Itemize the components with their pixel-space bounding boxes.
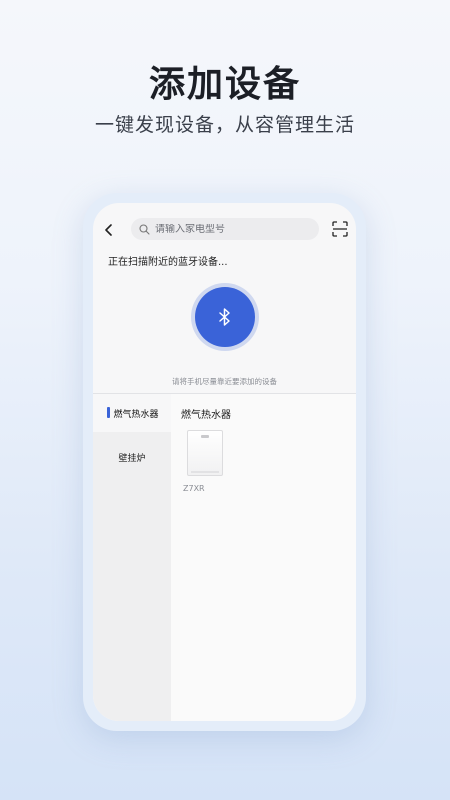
- phone-frame: 正在扫描附近的蓝牙设备... 请将手机尽量靠近要添加的设备 燃气热水器 壁挂炉 …: [83, 193, 366, 731]
- sidebar-rest: 壁挂炉: [93, 432, 171, 721]
- phone-screen: 正在扫描附近的蓝牙设备... 请将手机尽量靠近要添加的设备 燃气热水器 壁挂炉 …: [93, 203, 356, 721]
- category-title: 燃气热水器: [181, 410, 231, 421]
- device-card[interactable]: Z7XR: [181, 430, 229, 493]
- back-button[interactable]: [99, 220, 119, 240]
- bluetooth-button[interactable]: [195, 287, 255, 347]
- device-logo: [201, 435, 209, 438]
- proximity-hint: 请将手机尽量靠近要添加的设备: [172, 377, 277, 386]
- promo-subtitle: 一键发现设备，从容管理生活: [94, 114, 355, 136]
- search-bar[interactable]: [131, 218, 319, 240]
- device-base: [191, 471, 219, 473]
- scan-button[interactable]: [332, 221, 348, 237]
- promo-title: 添加设备: [148, 64, 301, 105]
- scan-icon: [332, 221, 348, 237]
- search-icon: [139, 223, 151, 235]
- chevron-left-icon: [105, 224, 112, 236]
- search-input[interactable]: [155, 223, 305, 235]
- device-list-panel: 燃气热水器 Z7XR: [171, 394, 356, 721]
- sidebar-item-label: 燃气热水器: [113, 409, 159, 420]
- top-bar: [93, 218, 356, 242]
- bluetooth-icon: [219, 308, 230, 326]
- device-image: [187, 430, 223, 476]
- scanning-status: 正在扫描附近的蓝牙设备...: [108, 257, 228, 268]
- sidebar-item-wall-boiler[interactable]: 壁挂炉: [93, 432, 171, 482]
- device-name: Z7XR: [183, 484, 205, 493]
- bluetooth-scan-indicator: [191, 283, 259, 351]
- sidebar-item-label: 壁挂炉: [118, 453, 146, 464]
- sidebar-item-gas-water-heater[interactable]: 燃气热水器: [93, 394, 171, 432]
- category-sidebar: 燃气热水器 壁挂炉: [93, 394, 171, 721]
